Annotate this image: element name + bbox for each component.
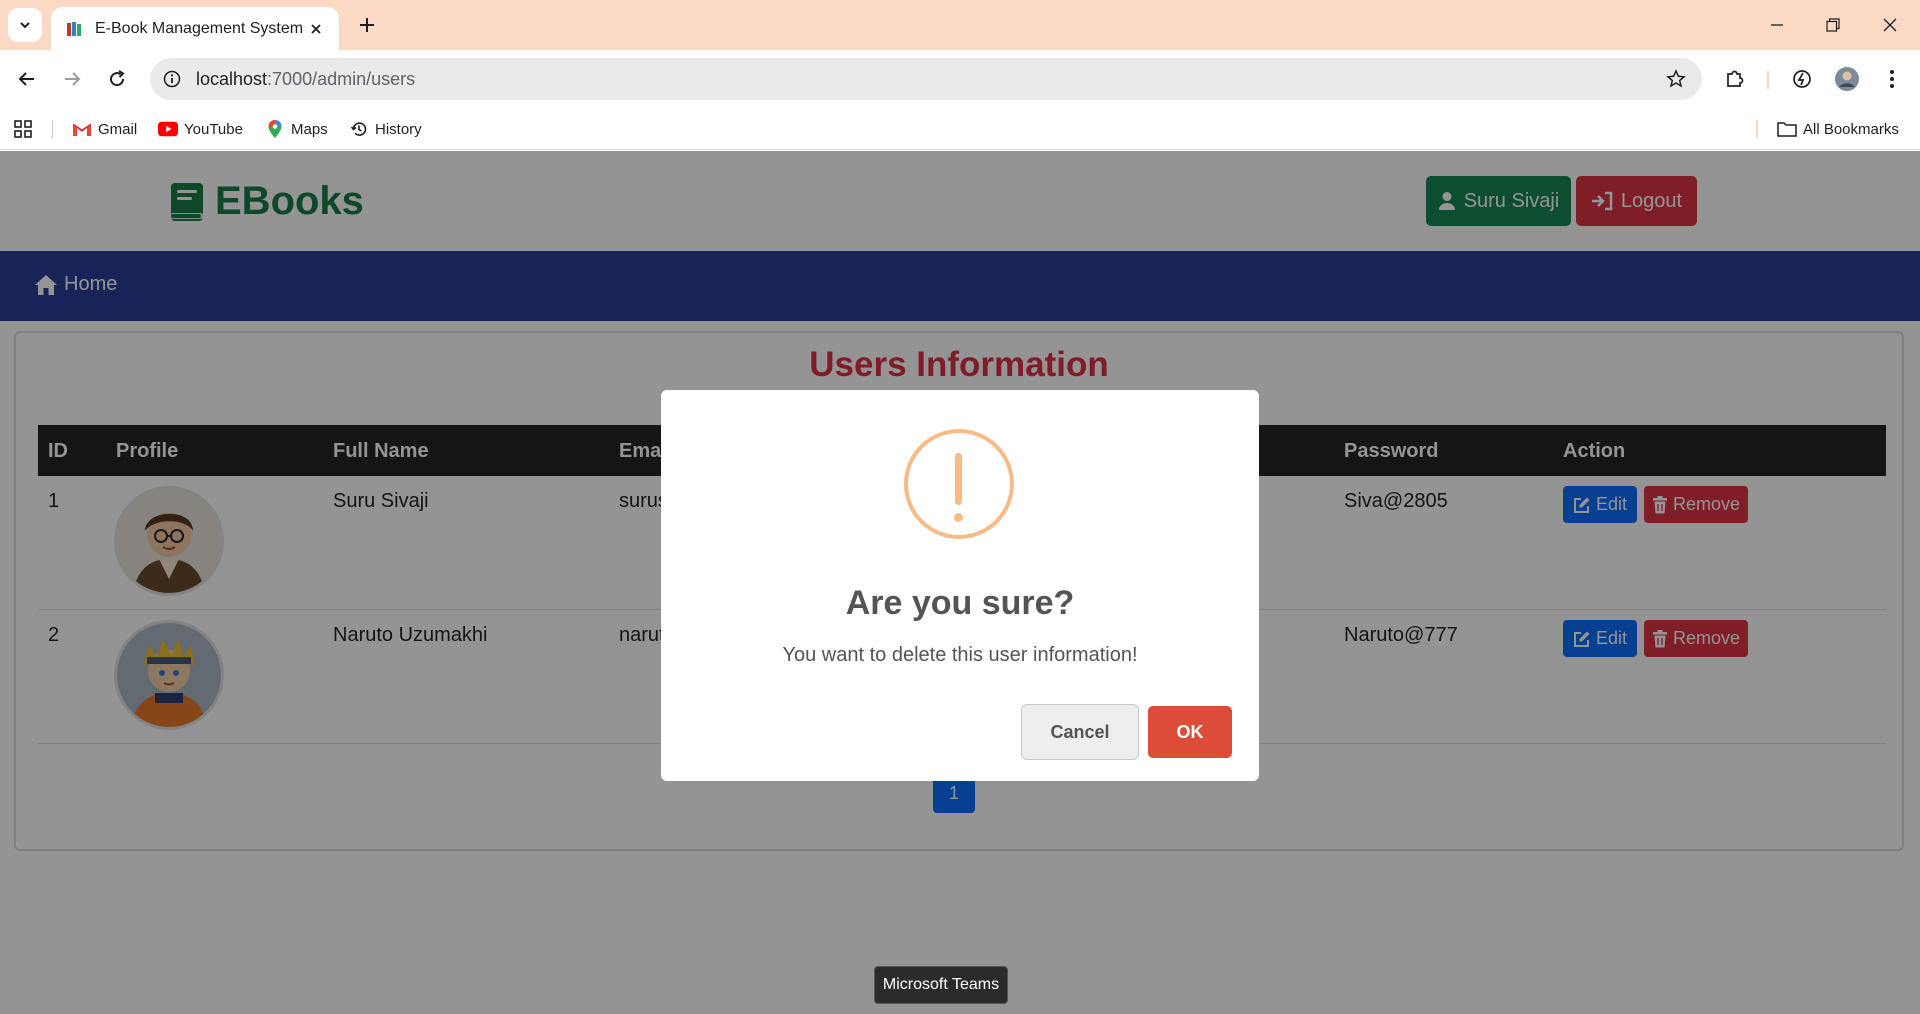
confirm-dialog: Are you sure? You want to delete this us…	[661, 390, 1259, 781]
bookmark-star-icon[interactable]	[1664, 67, 1688, 91]
bookmark-gmail[interactable]: Gmail	[72, 117, 137, 141]
tab-search-button[interactable]	[8, 8, 42, 42]
ok-button[interactable]: OK	[1148, 706, 1232, 758]
toolbar-separator	[1767, 71, 1769, 89]
youtube-icon	[158, 119, 178, 139]
apps-grid-icon[interactable]	[14, 117, 32, 141]
warning-icon-dot	[954, 513, 963, 522]
browser-tab-bar: E-Book Management System	[0, 0, 1920, 50]
folder-icon	[1777, 119, 1797, 139]
bookmark-label: YouTube	[184, 120, 243, 138]
arrow-left-icon	[18, 72, 34, 86]
browser-toolbar: localhost:7000/admin/users	[0, 50, 1920, 108]
close-window-button[interactable]	[1870, 8, 1910, 42]
warning-icon-bar	[955, 453, 962, 505]
dialog-title: Are you sure?	[845, 584, 1075, 622]
bookmark-label: History	[375, 120, 422, 138]
bookmark-label: Gmail	[98, 120, 138, 138]
restore-window-button[interactable]	[1813, 8, 1853, 42]
arrow-right-icon	[65, 72, 81, 86]
all-bookmarks-label: All Bookmarks	[1803, 120, 1899, 138]
profile-avatar-icon[interactable]	[1830, 62, 1864, 96]
reload-button[interactable]	[100, 62, 134, 96]
minimize-window-button[interactable]	[1757, 8, 1797, 42]
taskbar-tooltip: Microsoft Teams	[874, 966, 1008, 1004]
bookmarks-bar: Gmail YouTube Maps History All Bookmarks	[0, 108, 1920, 150]
url-text: localhost:7000/admin/users	[196, 69, 415, 90]
cancel-button[interactable]: Cancel	[1021, 704, 1139, 760]
close-icon	[1883, 18, 1897, 32]
warning-icon	[904, 429, 1014, 539]
bookmark-history[interactable]: History	[349, 117, 422, 141]
all-bookmarks[interactable]: All Bookmarks	[1777, 117, 1899, 141]
dialog-message: You want to delete this user information…	[782, 644, 1138, 666]
address-bar[interactable]: localhost:7000/admin/users	[150, 58, 1702, 100]
gmail-icon	[72, 119, 92, 139]
books-favicon-icon	[63, 18, 85, 40]
browser-tab-active[interactable]: E-Book Management System	[51, 7, 339, 50]
forward-button[interactable]	[55, 62, 89, 96]
close-tab-icon[interactable]	[305, 18, 327, 40]
back-button[interactable]	[10, 62, 44, 96]
site-info-icon[interactable]	[160, 67, 184, 91]
minimize-icon	[1771, 24, 1783, 26]
history-icon	[349, 119, 369, 139]
bookmark-maps[interactable]: Maps	[265, 117, 328, 141]
tab-title: E-Book Management System	[95, 19, 304, 37]
chevron-down-icon	[20, 22, 30, 29]
url-path: :7000/admin/users	[267, 69, 416, 89]
extensions-icon[interactable]	[1718, 62, 1752, 96]
bookmark-label: Maps	[291, 120, 328, 138]
restore-icon	[1826, 18, 1840, 32]
bookmark-separator	[1756, 120, 1758, 138]
bookmark-separator	[52, 120, 53, 138]
plus-icon	[360, 18, 374, 32]
bookmark-youtube[interactable]: YouTube	[158, 117, 243, 141]
reload-icon	[110, 70, 125, 87]
url-host: localhost	[196, 69, 268, 89]
new-tab-button[interactable]	[352, 10, 382, 40]
browser-menu-icon[interactable]	[1875, 62, 1909, 96]
maps-icon	[265, 119, 285, 139]
performance-icon[interactable]	[1785, 62, 1819, 96]
